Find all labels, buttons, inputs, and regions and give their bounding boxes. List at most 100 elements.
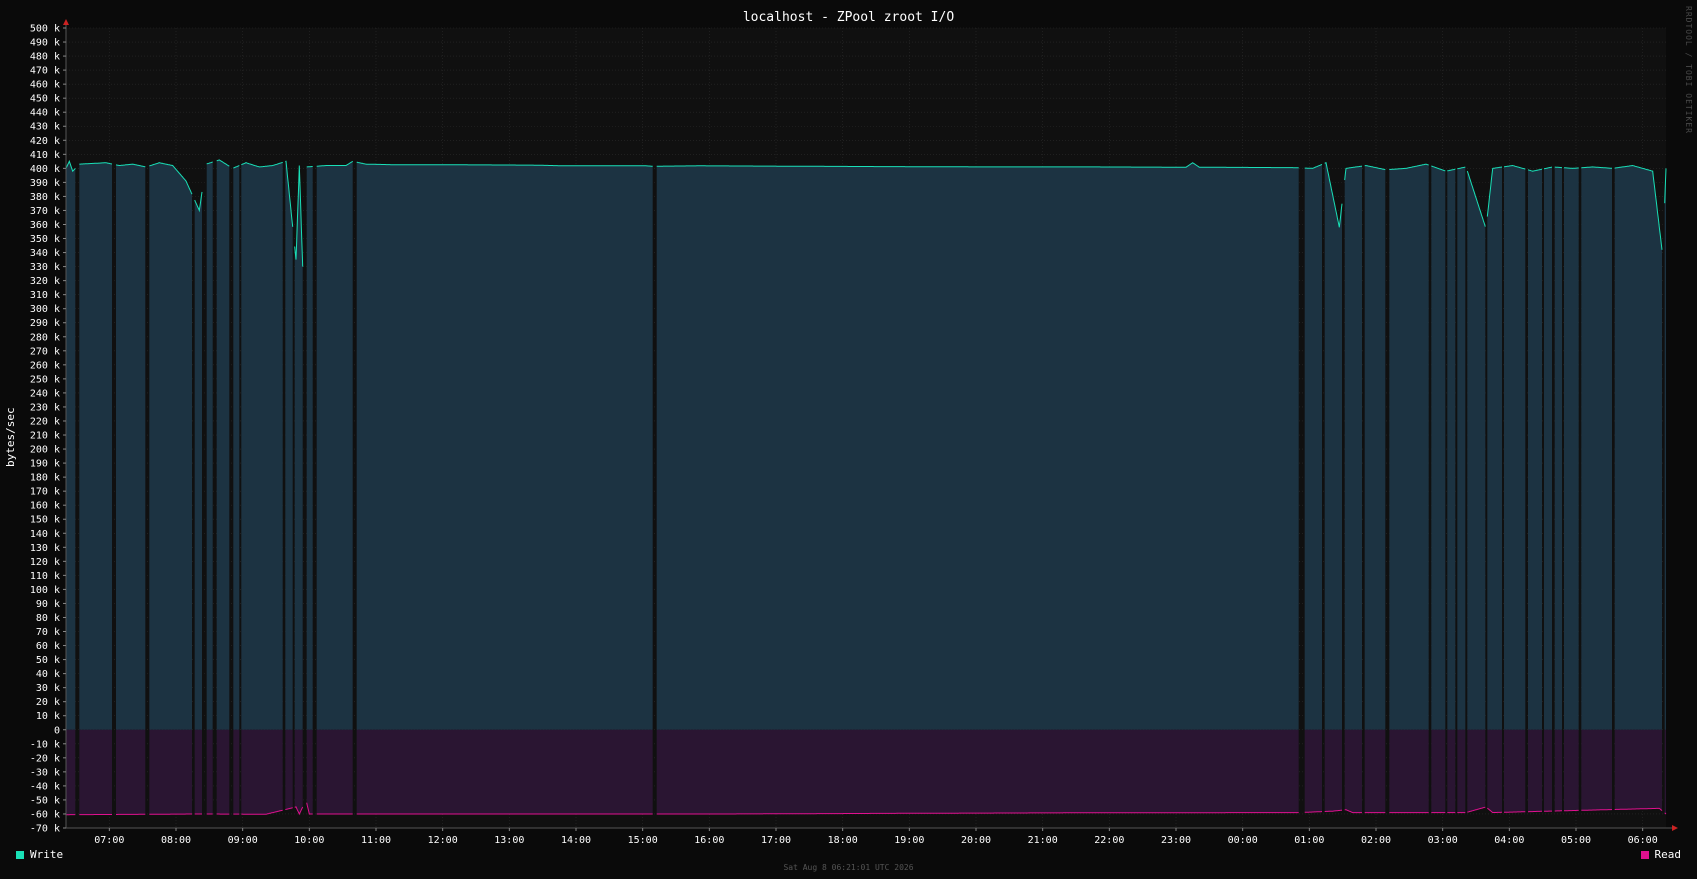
read-area xyxy=(241,729,283,815)
read-area xyxy=(1389,729,1429,813)
x-tick-label: 02:00 xyxy=(1361,835,1391,846)
write-area xyxy=(1324,162,1342,730)
y-tick-label: 260 k xyxy=(30,360,60,371)
y-tick-label: 360 k xyxy=(30,220,60,231)
y-tick-label: 410 k xyxy=(30,150,60,161)
y-tick-label: 340 k xyxy=(30,248,60,259)
read-area xyxy=(1544,729,1552,812)
write-area xyxy=(1554,167,1562,730)
read-area xyxy=(1364,729,1386,813)
y-tick-label: 180 k xyxy=(30,473,60,484)
write-area xyxy=(1544,167,1552,730)
x-tick-label: 11:00 xyxy=(361,835,391,846)
write-area xyxy=(1457,167,1466,730)
x-tick-label: 09:00 xyxy=(228,835,258,846)
y-tick-label: 320 k xyxy=(30,276,60,287)
read-area xyxy=(1664,729,1666,814)
rrdtool-watermark: RRDTOOL / TOBI OETIKER xyxy=(1684,6,1693,134)
y-tick-label: 60 k xyxy=(36,641,60,652)
y-tick-label: 420 k xyxy=(30,136,60,147)
write-line xyxy=(1554,166,1562,169)
write-area xyxy=(1364,165,1386,730)
y-tick-label: 30 k xyxy=(36,683,60,694)
y-tick-label: 200 k xyxy=(30,445,60,456)
read-area xyxy=(79,729,112,815)
y-tick-label: 490 k xyxy=(30,38,60,49)
x-tick-label: 03:00 xyxy=(1428,835,1458,846)
read-area xyxy=(216,729,230,815)
read-area xyxy=(1447,729,1456,813)
write-area xyxy=(66,161,76,730)
y-tick-label: 40 k xyxy=(36,669,60,680)
read-area xyxy=(149,729,192,815)
legend-read: Read xyxy=(1640,848,1682,861)
y-tick-label: 50 k xyxy=(36,655,60,666)
x-tick-label: 05:00 xyxy=(1561,835,1591,846)
x-tick-label: 18:00 xyxy=(828,835,858,846)
x-tick-label: 16:00 xyxy=(694,835,724,846)
read-area xyxy=(206,729,213,814)
read-line xyxy=(1504,811,1526,813)
y-tick-label: 140 k xyxy=(30,529,60,540)
write-area xyxy=(216,159,230,730)
y-tick-label: 0 xyxy=(54,725,60,736)
x-tick-label: 06:00 xyxy=(1628,835,1658,846)
y-tick-label: -40 k xyxy=(30,781,60,792)
read-area xyxy=(1504,729,1526,813)
read-area xyxy=(1457,729,1466,813)
y-tick-label: 170 k xyxy=(30,487,60,498)
write-area xyxy=(1389,164,1429,730)
write-area xyxy=(194,191,202,730)
write-area xyxy=(79,162,112,730)
y-tick-label: 240 k xyxy=(30,388,60,399)
write-area xyxy=(1504,165,1526,730)
read-swatch xyxy=(1640,850,1649,859)
write-area xyxy=(149,162,192,730)
generated-timestamp: Sat Aug 8 06:21:01 UTC 2026 xyxy=(783,863,914,872)
y-tick-label: 190 k xyxy=(30,459,60,470)
write-area xyxy=(1664,168,1666,730)
chart-title: localhost - ZPool zroot I/O xyxy=(742,10,955,25)
legend-read-label: Read xyxy=(1654,848,1682,861)
y-tick-label: 230 k xyxy=(30,402,60,413)
x-tick-label: 14:00 xyxy=(561,835,591,846)
y-tick-label: 10 k xyxy=(36,711,60,722)
read-area xyxy=(294,729,303,814)
y-tick-label: -30 k xyxy=(30,767,60,778)
x-tick-label: 12:00 xyxy=(428,835,458,846)
y-tick-label: 380 k xyxy=(30,192,60,203)
y-tick-label: 390 k xyxy=(30,178,60,189)
x-tick-label: 07:00 xyxy=(94,835,124,846)
y-tick-label: 500 k xyxy=(30,24,60,35)
y-tick-label: 150 k xyxy=(30,515,60,526)
read-area xyxy=(233,729,240,815)
write-area xyxy=(1614,165,1662,730)
x-axis-arrow xyxy=(1672,825,1678,831)
read-area xyxy=(356,729,653,814)
y-tick-label: 440 k xyxy=(30,108,60,119)
read-area xyxy=(1564,729,1579,811)
write-area xyxy=(233,165,240,730)
y-tick-label: 120 k xyxy=(30,557,60,568)
y-tick-label: 280 k xyxy=(30,332,60,343)
x-tick-label: 00:00 xyxy=(1228,835,1258,846)
y-tick-label: 210 k xyxy=(30,431,60,442)
write-area xyxy=(1581,166,1612,730)
read-area xyxy=(1324,729,1342,812)
y-tick-label: -10 k xyxy=(30,739,60,750)
y-tick-label: 330 k xyxy=(30,262,60,273)
y-tick-label: 450 k xyxy=(30,94,60,105)
y-tick-label: 310 k xyxy=(30,290,60,301)
x-tick-label: 23:00 xyxy=(1161,835,1191,846)
x-tick-label: 17:00 xyxy=(761,835,791,846)
read-area xyxy=(1614,729,1662,811)
y-tick-label: 480 k xyxy=(30,52,60,63)
read-area xyxy=(1554,729,1562,811)
y-tick-label: 100 k xyxy=(30,585,60,596)
write-area xyxy=(116,164,146,730)
write-line xyxy=(1563,167,1579,169)
write-area xyxy=(656,162,1299,730)
write-swatch xyxy=(16,850,24,859)
x-tick-label: 01:00 xyxy=(1294,835,1324,846)
y-tick-label: 370 k xyxy=(30,206,60,217)
